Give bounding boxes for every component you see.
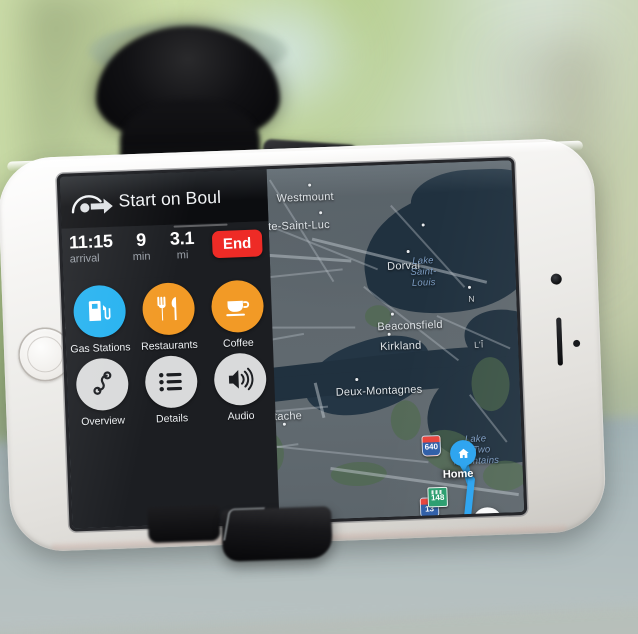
- route-shield-640: 640: [421, 434, 442, 457]
- map-place-label: Westmount: [276, 190, 335, 205]
- home-button-ring: [27, 336, 64, 373]
- quick-action-gas-stations[interactable]: Gas Stations: [66, 284, 132, 355]
- list-details-icon: [143, 354, 198, 409]
- speaker-volume-icon: [212, 352, 267, 407]
- turn-banner[interactable]: Start on Boul: [59, 169, 269, 229]
- map-place-label: Kirkland: [379, 339, 422, 354]
- quick-action-label: Details: [155, 412, 189, 426]
- eta-duration: 9 min: [121, 230, 162, 264]
- map-place-label: L'Î: [473, 339, 484, 350]
- quick-action-audio[interactable]: Audio: [207, 352, 273, 423]
- route-overview-icon: [74, 357, 129, 412]
- eta-arrival-unit: arrival: [69, 252, 100, 266]
- coffee-cup-icon: [210, 279, 264, 334]
- route-shield-148: 148: [427, 486, 449, 508]
- photo-scene: Westmount Côte-Saint-Luc Dorval Beaconsfiel…: [0, 0, 638, 634]
- quick-action-label: Audio: [227, 409, 255, 423]
- navigation-panel: Start on Boul 11:15 arrival 9 min 3.1 mi: [59, 169, 280, 529]
- map-water-label: Lake Saint- Louis: [410, 255, 437, 289]
- quick-action-label: Overview: [81, 414, 126, 429]
- quick-action-row: Overview Details Audio: [66, 352, 275, 429]
- turn-instruction: Start on Boul: [118, 186, 222, 211]
- eta-arrival-value: 11:15: [68, 230, 113, 253]
- eta-distance-unit: mi: [176, 249, 189, 262]
- eta-duration-value: 9: [135, 229, 147, 250]
- mount-foot-left: [147, 504, 221, 544]
- destination-label: Home: [442, 467, 474, 481]
- mount-clamp-highlight: [223, 507, 265, 541]
- quick-action-overview[interactable]: Overview: [69, 357, 135, 428]
- eta-arrival: 11:15 arrival: [68, 230, 122, 267]
- quick-action-restaurants[interactable]: Restaurants: [135, 281, 201, 353]
- quick-action-coffee[interactable]: Coffee: [204, 279, 270, 350]
- quick-action-row: Gas Stations Restaurants Coffee: [64, 279, 273, 356]
- eta-bar: 11:15 arrival 9 min 3.1 mi End: [61, 221, 271, 281]
- quick-action-label: Restaurants: [140, 338, 198, 353]
- quick-action-label: Coffee: [222, 336, 254, 350]
- eta-distance: 3.1 mi: [161, 227, 204, 264]
- gas-pump-icon: [72, 284, 127, 339]
- map-place-label: N: [468, 293, 475, 304]
- phone-screen: Westmount Côte-Saint-Luc Dorval Beaconsfiel…: [59, 160, 525, 529]
- smartphone: Westmount Côte-Saint-Luc Dorval Beaconsfiel…: [0, 137, 608, 553]
- eta-duration-unit: min: [132, 250, 151, 264]
- end-navigation-button[interactable]: End: [211, 229, 263, 259]
- quick-action-label: Gas Stations: [70, 341, 131, 356]
- eta-distance-value: 3.1: [169, 227, 195, 249]
- quick-action-grid: Gas Stations Restaurants Coffee Overview De…: [63, 273, 275, 428]
- map-place-label: Beaconsfield: [377, 318, 443, 334]
- quick-action-details[interactable]: Details: [138, 354, 204, 426]
- turn-continue-arrow-icon: [66, 184, 117, 220]
- fork-knife-icon: [141, 281, 196, 336]
